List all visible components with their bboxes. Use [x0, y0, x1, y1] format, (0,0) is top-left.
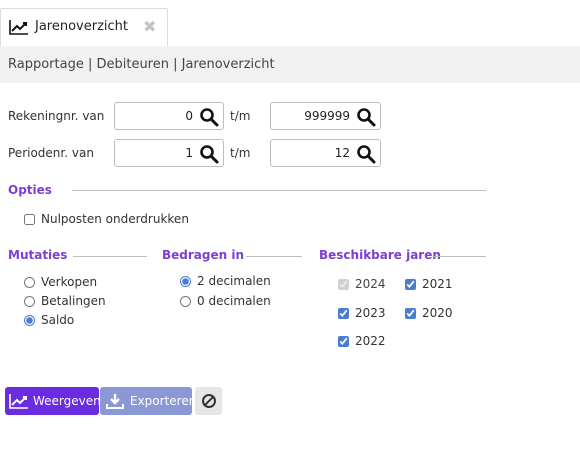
weergeven-button[interactable]: Weergeven [5, 387, 101, 415]
rekening-sep: t/m [230, 109, 251, 123]
bedragen-option-2[interactable]: 2 decimalen [180, 274, 271, 288]
twee-decimalen-radio[interactable] [180, 275, 191, 287]
chart-line-icon [9, 394, 28, 409]
nul-decimalen-radio[interactable] [180, 295, 191, 307]
search-icon[interactable] [356, 107, 376, 127]
rekening-from-input[interactable] [115, 103, 195, 129]
betalingen-radio[interactable] [24, 295, 35, 307]
jaar-2020[interactable]: 2020 [405, 306, 453, 320]
saldo-radio[interactable] [24, 314, 35, 326]
periode-label: Periodenr. van [8, 146, 94, 160]
nulposten-checkbox[interactable] [24, 213, 35, 225]
download-icon [106, 394, 124, 409]
twee-decimalen-label: 2 decimalen [197, 274, 271, 288]
mutaties-option-saldo[interactable]: Saldo [24, 313, 74, 327]
rekening-label: Rekeningnr. van [8, 109, 105, 123]
jaar-2022[interactable]: 2022 [338, 334, 386, 348]
search-icon[interactable] [199, 107, 219, 127]
jaar-2021-checkbox[interactable] [405, 278, 416, 290]
jaren-title: Beschikbare jaren [319, 248, 441, 262]
bedragen-option-0[interactable]: 0 decimalen [180, 294, 271, 308]
close-icon[interactable]: ✖ [143, 17, 156, 36]
nulposten-label: Nulposten onderdrukken [41, 212, 189, 226]
chart-line-icon [9, 20, 28, 35]
jaar-2024[interactable]: 2024 [338, 277, 386, 291]
rekening-to-field[interactable] [270, 102, 381, 130]
breadcrumb-bar: Rapportage | Debiteuren | Jarenoverzicht [0, 46, 580, 83]
bedragen-divider [246, 256, 302, 257]
mutaties-title: Mutaties [8, 248, 68, 262]
jaar-2020-checkbox[interactable] [405, 307, 416, 319]
periode-to-input[interactable] [271, 140, 352, 166]
search-icon[interactable] [356, 144, 376, 164]
jaren-divider [434, 256, 486, 257]
betalingen-label: Betalingen [41, 294, 106, 308]
block-icon [201, 394, 216, 408]
periode-sep: t/m [230, 146, 251, 160]
periode-to-field[interactable] [270, 139, 381, 167]
jaar-2023[interactable]: 2023 [338, 306, 386, 320]
periode-from-input[interactable] [115, 140, 195, 166]
opties-title: Opties [8, 183, 52, 197]
nul-decimalen-label: 0 decimalen [197, 294, 271, 308]
jaar-2023-checkbox[interactable] [338, 307, 349, 319]
weergeven-label: Weergeven [33, 394, 101, 408]
cancel-button[interactable] [195, 387, 222, 415]
mutaties-divider [73, 256, 147, 257]
verkopen-label: Verkopen [41, 275, 98, 289]
mutaties-option-betalingen[interactable]: Betalingen [24, 294, 106, 308]
jaar-2024-label: 2024 [355, 277, 386, 291]
jaar-2022-checkbox[interactable] [338, 335, 349, 347]
saldo-label: Saldo [41, 313, 75, 327]
jaar-2021-label: 2021 [422, 277, 453, 291]
tab-label: Jarenoverzicht [35, 19, 129, 34]
rekening-to-input[interactable] [271, 103, 352, 129]
jaar-2021[interactable]: 2021 [405, 277, 453, 291]
exporteren-label: Exporteren [130, 394, 197, 408]
tab-jarenoverzicht[interactable]: Jarenoverzicht ✖ [0, 8, 168, 46]
opties-divider [72, 190, 486, 191]
jaar-2023-label: 2023 [355, 306, 386, 320]
mutaties-option-verkopen[interactable]: Verkopen [24, 275, 97, 289]
exporteren-button[interactable]: Exporteren [100, 387, 196, 415]
jaar-2020-label: 2020 [422, 306, 453, 320]
tab-bar: Jarenoverzicht ✖ [0, 0, 580, 46]
breadcrumb: Rapportage | Debiteuren | Jarenoverzicht [8, 57, 275, 72]
jaar-2022-label: 2022 [355, 334, 386, 348]
nulposten-option[interactable]: Nulposten onderdrukken [24, 212, 189, 226]
verkopen-radio[interactable] [24, 276, 35, 288]
search-icon[interactable] [199, 144, 219, 164]
periode-from-field[interactable] [114, 139, 224, 167]
bedragen-title: Bedragen in [162, 248, 244, 262]
rekening-from-field[interactable] [114, 102, 224, 130]
jaar-2024-checkbox[interactable] [338, 278, 349, 290]
